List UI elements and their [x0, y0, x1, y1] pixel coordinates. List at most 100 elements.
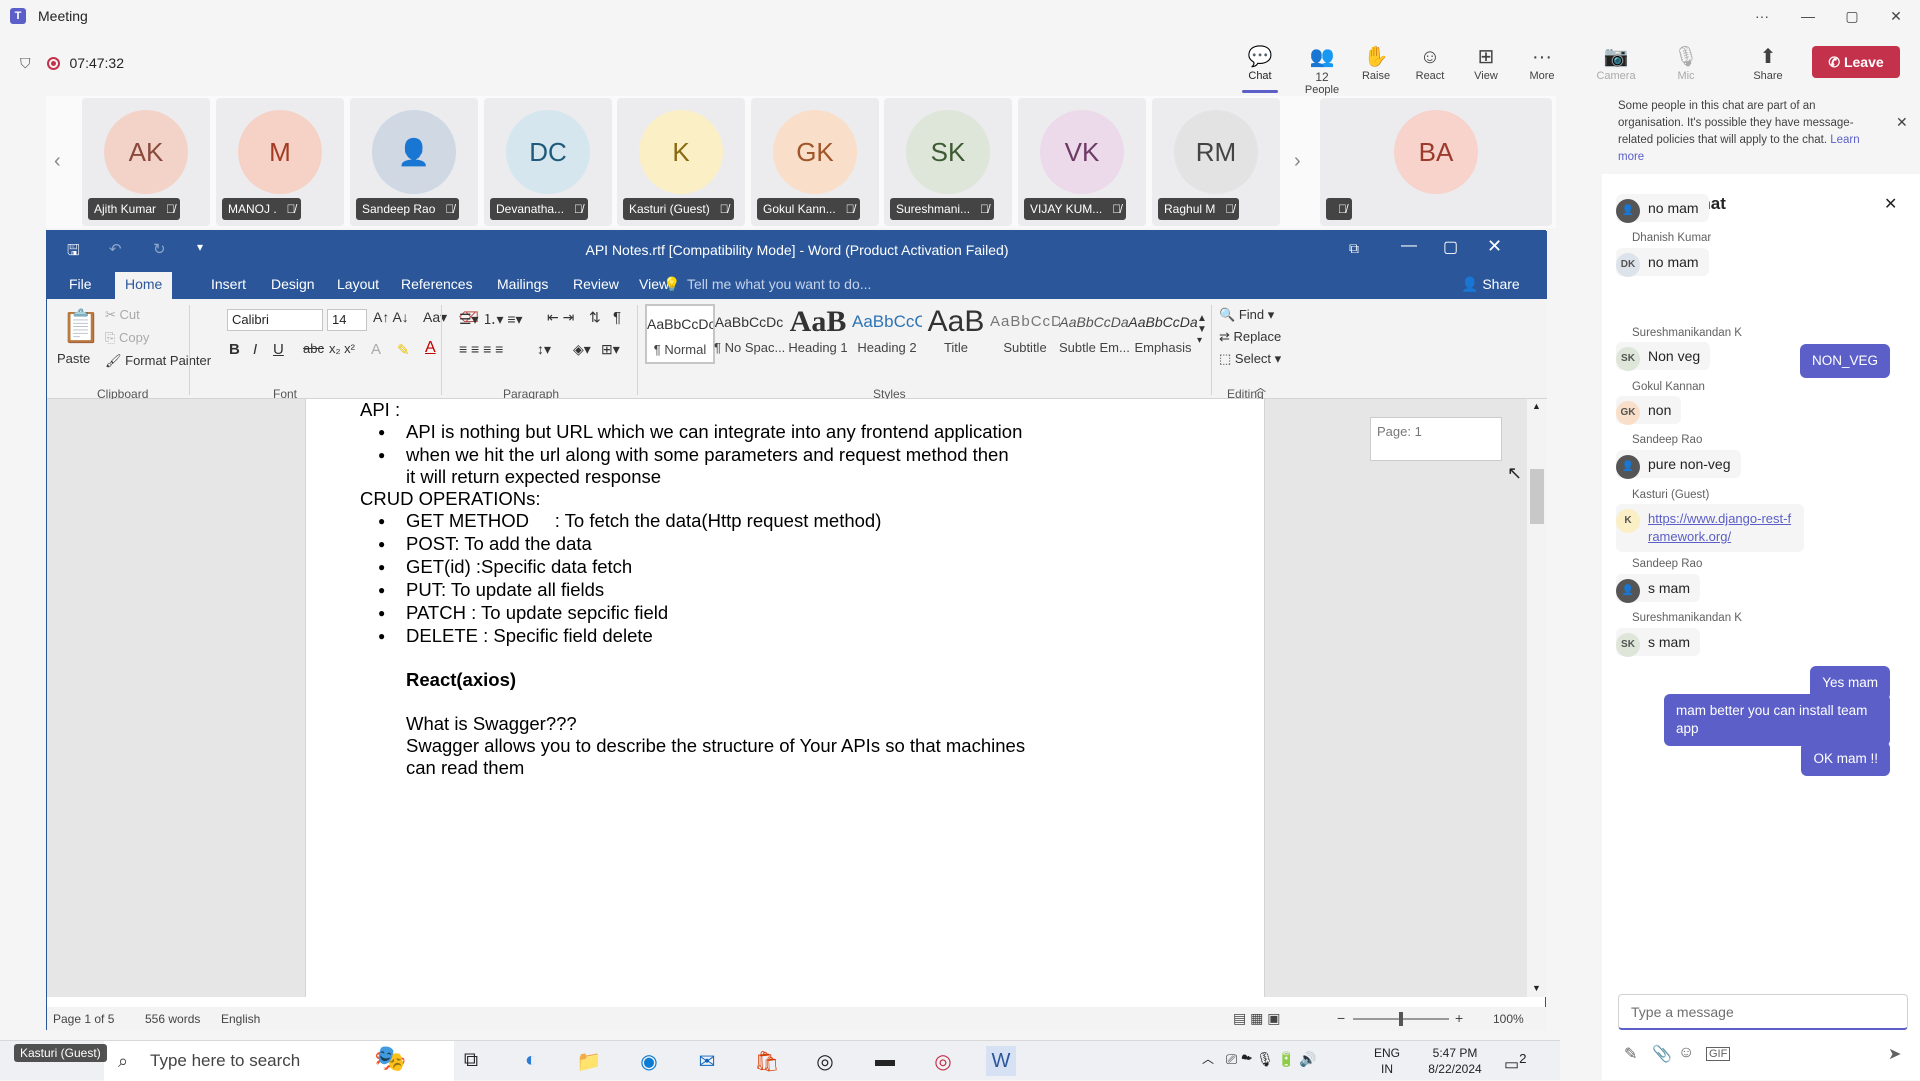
tool-view[interactable]: ⊞ View — [1460, 44, 1512, 82]
subscript-button[interactable]: x₂ x² — [329, 341, 355, 356]
mail-icon[interactable]: ✉ — [692, 1049, 722, 1074]
italic-button[interactable]: I — [253, 341, 257, 358]
send-icon[interactable]: ➤ — [1888, 1044, 1901, 1064]
chrome-icon[interactable]: ◎ — [810, 1049, 840, 1074]
tab-layout[interactable]: Layout — [337, 276, 379, 292]
style-no-spac[interactable]: AaBbCcDc ¶ No Spac... — [714, 304, 785, 364]
tool-camera[interactable]: 📷 Camera — [1590, 44, 1642, 82]
tool-react[interactable]: ☺ React — [1404, 44, 1456, 82]
minimize-button[interactable]: — — [1786, 0, 1830, 32]
scrollbar-thumb[interactable] — [1530, 469, 1544, 524]
font-size-select[interactable]: 14 — [327, 309, 367, 331]
message-link[interactable]: https://www.django-rest-framework.org/ — [1616, 504, 1804, 552]
participant-tile[interactable]: BA 🎙̸ — [1320, 98, 1552, 226]
participant-tile[interactable]: RM Raghul M 🎙̸ — [1152, 98, 1280, 226]
close-icon[interactable]: ✕ — [1896, 114, 1908, 131]
strip-next-icon[interactable]: › — [1294, 150, 1301, 173]
copilot-icon[interactable]: ◐ — [516, 1049, 546, 1072]
share-button[interactable]: 👤 Share — [1461, 276, 1520, 293]
tray-icons[interactable]: ⎚ ☁ 🎙 🔋 🔊 — [1226, 1051, 1317, 1067]
select-button[interactable]: ⬚ Select ▾ — [1219, 351, 1281, 367]
cut-button[interactable]: ✂ Cut — [105, 307, 140, 323]
zoom-in-icon[interactable]: + — [1455, 1010, 1463, 1026]
bold-button[interactable]: B — [229, 341, 240, 358]
tab-insert[interactable]: Insert — [211, 276, 246, 292]
styles-scroll-icon[interactable]: ▲ ▼ ▾ — [1197, 313, 1207, 346]
participant-tile[interactable]: 👤 Sandeep Rao 🎙̸ — [350, 98, 478, 226]
style-heading-2[interactable]: AaBbCcC Heading 2 — [852, 304, 922, 364]
tab-references[interactable]: References — [401, 276, 473, 292]
view-mode-icons[interactable]: ▤ ▦ ▣ — [1233, 1010, 1280, 1027]
highlight-icon[interactable]: ✎ — [397, 341, 410, 359]
emoji-icon[interactable]: ☺ — [1678, 1044, 1694, 1062]
notification-icon[interactable]: ▭2 — [1504, 1051, 1527, 1073]
copy-button[interactable]: ⎘ Copy — [105, 330, 149, 346]
collapse-ribbon-icon[interactable]: ︿ — [1255, 379, 1266, 395]
participant-tile[interactable]: K Kasturi (Guest) 🎙̸ — [617, 98, 745, 226]
zoom-level[interactable]: 100% — [1493, 1012, 1524, 1026]
participant-tile[interactable]: VK VIJAY KUM... 🎙̸ — [1018, 98, 1146, 226]
style-title[interactable]: AaB Title — [921, 304, 991, 364]
zoom-out-icon[interactable]: − — [1337, 1010, 1345, 1026]
strip-prev-icon[interactable]: ‹ — [54, 150, 61, 173]
line-spacing-icon[interactable]: ↕▾ — [537, 341, 551, 358]
document-page[interactable]: API : API is nothing but URL which we ca… — [305, 399, 1265, 997]
change-case-icon[interactable]: Aa▾ — [423, 309, 447, 326]
page-count[interactable]: Page 1 of 5 — [53, 1012, 114, 1026]
tool-share[interactable]: ⬆ Share — [1742, 44, 1794, 82]
close-button[interactable]: ✕ — [1874, 0, 1918, 32]
style-subtitle[interactable]: AaBbCcD Subtitle — [990, 304, 1060, 364]
gif-icon[interactable]: GIF — [1706, 1047, 1731, 1061]
tool-more[interactable]: ··· More — [1516, 44, 1568, 82]
replace-button[interactable]: ⇄ Replace — [1219, 329, 1281, 345]
text-effects-icon[interactable]: A — [371, 341, 381, 358]
participant-tile[interactable]: SK Sureshmani... 🎙̸ — [884, 98, 1012, 226]
zoom-slider-thumb[interactable] — [1399, 1012, 1403, 1026]
widget-icon[interactable]: 🎭 — [374, 1043, 406, 1074]
task-view-icon[interactable]: ⧉ — [456, 1049, 486, 1072]
style-subtle-em[interactable]: AaBbCcDa Subtle Em... — [1059, 304, 1130, 364]
tool-mic[interactable]: 🎙 Mic — [1660, 44, 1712, 82]
align-icons[interactable]: ≡ ≡ ≡ ≡ — [459, 341, 503, 357]
word-close-button[interactable]: ✕ — [1487, 236, 1502, 257]
language-status[interactable]: English — [221, 1012, 260, 1026]
borders-icon[interactable]: ⊞▾ — [601, 341, 620, 358]
indent-icon[interactable]: ⇤ ⇥ — [547, 309, 574, 326]
file-explorer-icon[interactable]: 📁 — [574, 1049, 604, 1074]
underline-button[interactable]: U — [273, 341, 284, 358]
tab-mailings[interactable]: Mailings — [497, 276, 548, 292]
restore-button[interactable]: ▢ — [1830, 0, 1874, 32]
paste-icon[interactable]: 📋 — [61, 307, 101, 345]
message-input[interactable]: Type a message — [1618, 994, 1908, 1030]
style-heading-1[interactable]: AaB Heading 1 — [783, 304, 853, 364]
input-language[interactable]: ENG IN — [1374, 1045, 1400, 1077]
style-normal[interactable]: AaBbCcDc ¶ Normal — [645, 304, 715, 364]
tool-chat[interactable]: 💬 Chat — [1234, 44, 1286, 93]
strikethrough-button[interactable]: abc — [303, 341, 324, 356]
tab-home[interactable]: Home — [115, 272, 173, 299]
shading-icon[interactable]: ◈▾ — [573, 341, 591, 358]
edge-icon[interactable]: ◉ — [634, 1049, 664, 1074]
participant-tile[interactable]: DC Devanatha... 🎙̸ — [484, 98, 612, 226]
word-maximize-button[interactable]: ▢ — [1443, 237, 1458, 257]
ribbon-display-icon[interactable]: ⧉ — [1349, 240, 1359, 257]
attach-icon[interactable]: 📎 — [1652, 1044, 1672, 1064]
tab-design[interactable]: Design — [271, 276, 315, 292]
participant-tile[interactable]: AK Ajith Kumar 🎙̸ — [82, 98, 210, 226]
paste-button[interactable]: Paste — [57, 351, 90, 366]
format-icon[interactable]: ✎ — [1624, 1044, 1637, 1064]
participant-tile[interactable]: GK Gokul Kann... 🎙̸ — [751, 98, 879, 226]
scroll-down-icon[interactable]: ▼ — [1532, 983, 1541, 993]
word-taskbar-icon[interactable]: W — [986, 1046, 1016, 1076]
pilcrow-icon[interactable]: ¶ — [613, 309, 621, 326]
style-emphasis[interactable]: AaBbCcDa Emphasis — [1128, 304, 1198, 364]
close-chat-icon[interactable]: ✕ — [1884, 194, 1897, 214]
participant-tile[interactable]: M MANOJ . 🎙̸ — [216, 98, 344, 226]
scroll-up-icon[interactable]: ▲ — [1532, 401, 1541, 411]
grow-font-icon[interactable]: A↑ A↓ — [373, 309, 409, 325]
word-minimize-button[interactable]: — — [1401, 237, 1417, 255]
bullets-icon[interactable]: ☰▾ ⒈▾ ≡▾ — [459, 309, 523, 329]
store-icon[interactable]: 🛍 — [752, 1049, 782, 1074]
font-color-icon[interactable]: A — [425, 339, 436, 357]
terminal-icon[interactable]: ▬ — [870, 1049, 900, 1072]
